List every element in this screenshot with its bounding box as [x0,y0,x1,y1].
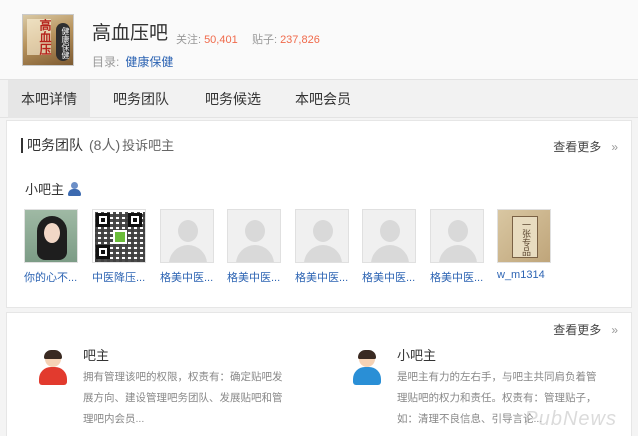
assistant-moderators-heading: 小吧主 [25,179,82,198]
follow-label: 关注: [176,34,202,46]
member-name[interactable]: 格美中医... [227,269,287,285]
team-heading: 吧务团队 (8人) 投诉吧主 [21,138,174,153]
body-shape [353,367,381,385]
team-title: 吧务团队 [27,137,83,153]
team-view-more-link[interactable]: 查看更多 » [553,138,618,155]
directory: 目录: 健康保健 [92,53,173,70]
assistant-title: 小吧主 [397,348,437,363]
qr-code-avatar[interactable] [92,209,146,263]
tab-forum-details[interactable]: 本吧详情 [8,80,90,118]
moderator-team-panel: 吧务团队 (8人) 投诉吧主 查看更多 » 小吧主 你的心不... 中医降压... 格… [6,120,632,308]
forum-logo[interactable]: 高血压 健康保健 [22,14,74,66]
team-member[interactable]: 格美中医... [362,209,418,285]
qr-finder-mark [128,213,142,227]
member-name[interactable]: 格美中医... [430,269,490,285]
default-avatar-icon[interactable] [295,209,349,263]
owner-description: 拥有管理该吧的权限，权责有：确定贴吧发展方向、建设管理吧务团队、发展贴吧和管理吧… [83,371,283,425]
complain-link[interactable]: 投诉吧主 [122,138,174,153]
owner-title: 吧主 [83,348,110,363]
member-name[interactable]: 格美中医... [362,269,422,285]
chevron-right-icon: » [611,323,618,337]
team-member[interactable]: 你的心不... [24,209,80,285]
posts-label: 贴子: [252,34,278,46]
roles-view-more-label: 查看更多 [553,323,602,337]
directory-label: 目录: [92,55,120,69]
tab-moderator-team[interactable]: 吧务团队 [98,80,184,118]
forum-title[interactable]: 高血压吧 [92,18,168,45]
default-avatar-icon[interactable] [430,209,484,263]
posts-stat: 贴子: 237,826 [252,31,320,47]
team-member[interactable]: 一张专品 w_m1314 [497,209,553,281]
user-icon [68,182,82,196]
roles-view-more-link[interactable]: 查看更多 » [553,321,618,338]
follow-stat: 关注: 50,401 [176,31,238,47]
qr-logo [113,230,127,244]
watermark-text: PubNews [524,408,617,430]
hair-shape [44,350,62,359]
member-name[interactable]: w_m1314 [497,269,557,281]
member-name[interactable]: 格美中医... [160,269,220,285]
avatar[interactable] [24,209,78,263]
default-avatar-icon[interactable] [227,209,281,263]
roles-panel: 查看更多 » 吧主 拥有管理该吧的权限，权责有：确定贴吧发展方向、建设管理吧务团队… [6,312,632,436]
qr-finder-mark [96,213,110,227]
forum-logo-text: 高血压 [27,19,52,55]
body-shape [39,367,67,385]
member-name[interactable]: 你的心不... [24,269,84,285]
tab-bar: 本吧详情 吧务团队 吧务候选 本吧会员 [0,80,638,118]
forum-header: 高血压 健康保健 高血压吧 关注: 50,401 贴子: 237,826 目录: 健康… [0,0,638,80]
tab-forum-members[interactable]: 本吧会员 [280,80,366,118]
default-avatar-icon[interactable] [362,209,416,263]
posts-count: 237,826 [280,34,320,46]
default-avatar-icon[interactable] [160,209,214,263]
follow-count: 50,401 [204,34,238,46]
assistant-moderators-title: 小吧主 [25,182,65,197]
chevron-right-icon: » [611,140,618,154]
team-member[interactable]: 格美中医... [295,209,351,285]
team-member[interactable]: 中医降压... [92,209,148,285]
book-title: 一张专品 [520,220,530,256]
member-name[interactable]: 中医降压... [92,269,152,285]
qr-finder-mark [96,245,110,259]
team-member[interactable]: 格美中医... [227,209,283,285]
hair-shape [358,350,376,359]
directory-link[interactable]: 健康保健 [125,55,173,69]
team-view-more-label: 查看更多 [553,140,602,154]
tab-moderator-candidates[interactable]: 吧务候选 [190,80,276,118]
owner-user-icon [37,350,69,385]
assistant-user-icon [351,350,383,385]
team-count: (8人) [89,137,121,153]
book-avatar[interactable]: 一张专品 [497,209,551,263]
forum-logo-badge: 健康保健 [56,23,70,61]
team-member[interactable]: 格美中医... [430,209,486,285]
team-member[interactable]: 格美中医... [160,209,216,285]
member-name[interactable]: 格美中医... [295,269,355,285]
